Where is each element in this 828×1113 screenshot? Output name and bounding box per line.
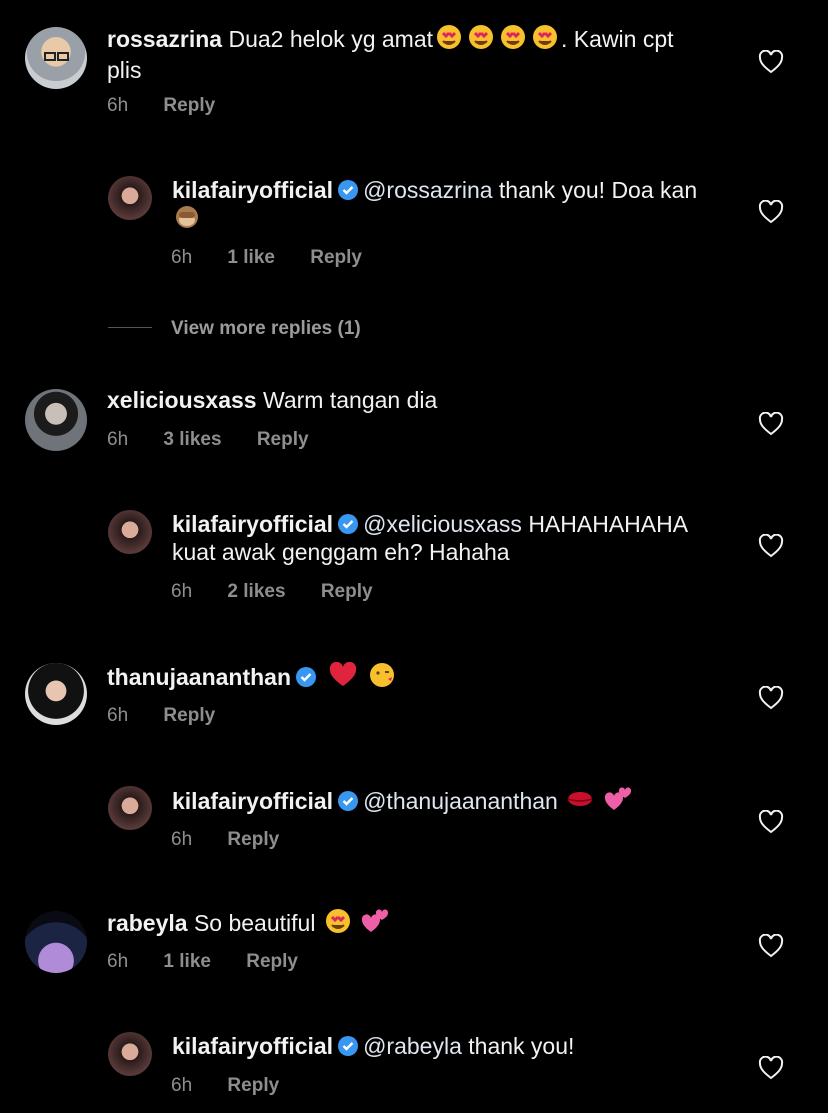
likes-count[interactable]: 2 likes xyxy=(227,581,285,602)
reply-button[interactable]: Reply xyxy=(163,95,215,116)
username[interactable]: thanujaananthan xyxy=(107,664,291,690)
view-more-divider xyxy=(108,327,152,328)
username[interactable]: rossazrina xyxy=(107,26,222,52)
avatar[interactable] xyxy=(108,176,152,220)
comment-text: rabeyla So beautiful xyxy=(107,908,687,940)
comment-meta: 6h 3 likes Reply xyxy=(107,429,339,451)
comment-body: thank you! xyxy=(468,1033,575,1059)
username[interactable]: xeliciousxass xyxy=(107,387,257,413)
likes-count[interactable]: 1 like xyxy=(227,247,275,268)
like-heart-icon[interactable] xyxy=(758,1056,784,1080)
timestamp: 6h xyxy=(107,951,129,972)
heart-eyes-emoji xyxy=(498,24,528,56)
heart-eyes-emoji xyxy=(466,24,496,56)
comment-text: kilafairyofficial @xeliciousxass HAHAHAHA… xyxy=(172,510,732,566)
verified-badge-icon xyxy=(338,514,359,534)
comment-meta: 6h 2 likes Reply xyxy=(171,581,403,603)
view-more-replies-button[interactable]: View more replies (1) xyxy=(171,318,361,340)
heart-eyes-emoji xyxy=(323,908,353,940)
avatar[interactable] xyxy=(25,27,87,89)
mention-link[interactable]: @rabeyla xyxy=(363,1033,462,1059)
avatar[interactable] xyxy=(108,1032,152,1076)
comment-text: kilafairyofficial @thanujaananthan xyxy=(172,786,732,818)
timestamp: 6h xyxy=(171,829,193,850)
avatar[interactable] xyxy=(25,663,87,725)
verified-badge-icon xyxy=(338,180,359,200)
avatar[interactable] xyxy=(108,510,152,554)
like-heart-icon[interactable] xyxy=(758,200,784,224)
comment-meta: 6h Reply xyxy=(171,1075,309,1097)
comment-text: xeliciousxass Warm tangan dia xyxy=(107,386,687,414)
reply-button[interactable]: Reply xyxy=(227,1075,279,1096)
username[interactable]: rabeyla xyxy=(107,910,188,936)
username[interactable]: kilafairyofficial xyxy=(172,788,333,814)
avatar-glasses-icon xyxy=(44,52,69,61)
mention-link[interactable]: @rossazrina xyxy=(363,177,492,203)
comment-meta: 6h Reply xyxy=(107,705,245,727)
timestamp: 6h xyxy=(107,705,129,726)
comment-meta: 6h 1 like Reply xyxy=(171,247,392,269)
see-no-evil-monkey-emoji xyxy=(173,204,201,236)
comment-meta: 6h Reply xyxy=(171,829,309,851)
verified-badge-icon xyxy=(338,791,359,811)
reply-button[interactable]: Reply xyxy=(310,247,362,268)
mention-link[interactable]: @xeliciousxass xyxy=(363,511,522,537)
like-heart-icon[interactable] xyxy=(758,412,784,436)
two-hearts-emoji xyxy=(361,908,391,940)
timestamp: 6h xyxy=(171,1075,193,1096)
timestamp: 6h xyxy=(107,429,129,450)
verified-badge-icon xyxy=(338,1036,359,1056)
comment-text: thanujaananthan xyxy=(107,661,687,694)
comment-meta: 6h Reply xyxy=(107,95,245,117)
username[interactable]: kilafairyofficial xyxy=(172,1033,333,1059)
like-heart-icon[interactable] xyxy=(758,934,784,958)
avatar[interactable] xyxy=(25,911,87,973)
comment-body: thank you! Doa kan xyxy=(498,177,698,203)
avatar[interactable] xyxy=(108,786,152,830)
likes-count[interactable]: 1 like xyxy=(163,951,211,972)
username[interactable]: kilafairyofficial xyxy=(172,177,333,203)
timestamp: 6h xyxy=(171,247,193,268)
avatar[interactable] xyxy=(25,389,87,451)
comment-body: So beautiful xyxy=(193,910,316,936)
like-heart-icon[interactable] xyxy=(758,50,784,74)
timestamp: 6h xyxy=(171,581,193,602)
verified-badge-icon xyxy=(296,667,317,687)
comment-meta: 6h 1 like Reply xyxy=(107,951,328,973)
reply-button[interactable]: Reply xyxy=(246,951,298,972)
username[interactable]: kilafairyofficial xyxy=(172,511,333,537)
reply-button[interactable]: Reply xyxy=(257,429,309,450)
likes-count[interactable]: 3 likes xyxy=(163,429,221,450)
lips-emoji xyxy=(565,786,595,818)
heart-eyes-emoji xyxy=(434,24,464,56)
two-hearts-emoji xyxy=(604,786,634,818)
timestamp: 6h xyxy=(107,95,129,116)
comment-body: Warm tangan dia xyxy=(263,387,438,413)
comment-text: kilafairyofficial @rabeyla thank you! xyxy=(172,1032,732,1060)
heart-eyes-emoji xyxy=(530,24,560,56)
reply-button[interactable]: Reply xyxy=(321,581,373,602)
reply-button[interactable]: Reply xyxy=(163,705,215,726)
kiss-face-emoji xyxy=(367,662,397,694)
like-heart-icon[interactable] xyxy=(758,810,784,834)
red-heart-emoji xyxy=(328,661,358,694)
like-heart-icon[interactable] xyxy=(758,534,784,558)
comment-text: kilafairyofficial @rossazrina thank you! … xyxy=(172,176,732,236)
mention-link[interactable]: @thanujaananthan xyxy=(363,788,558,814)
like-heart-icon[interactable] xyxy=(758,686,784,710)
reply-button[interactable]: Reply xyxy=(227,829,279,850)
comment-text: rossazrina Dua2 helok yg amat. Kawin cpt… xyxy=(107,24,687,84)
comment-body: Dua2 helok yg amat xyxy=(228,26,434,52)
